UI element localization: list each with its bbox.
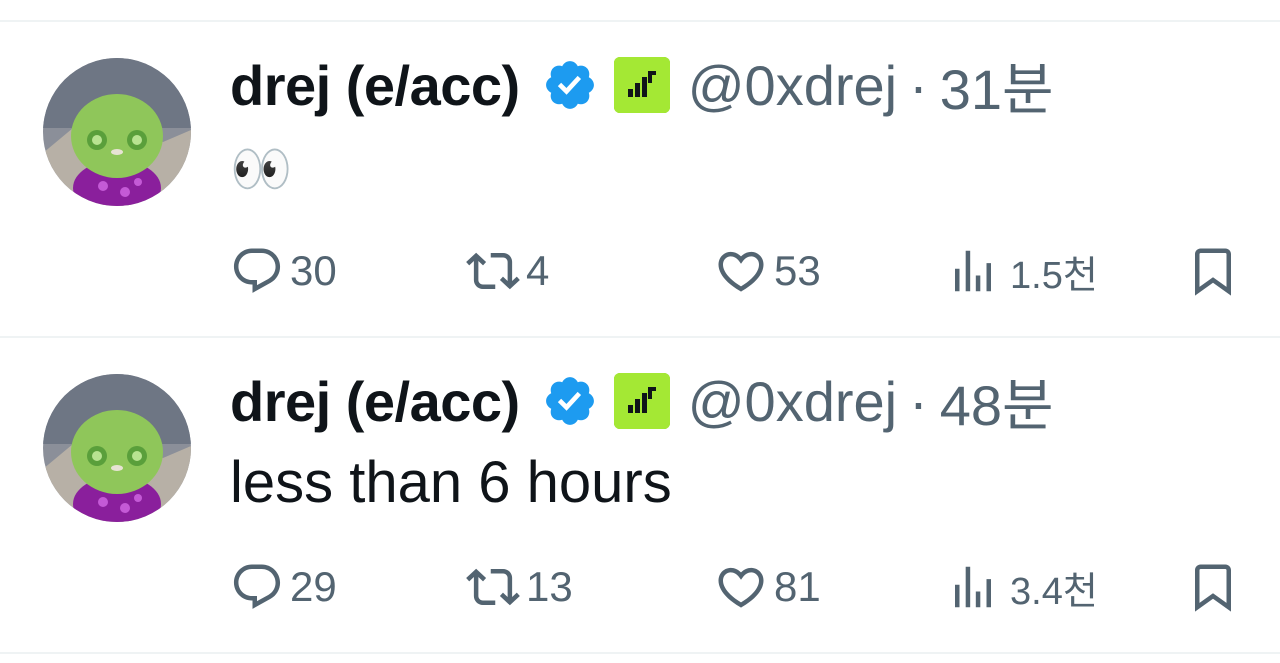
reply-icon [233,564,281,609]
action-bar: 30 4 53 1.5천 [230,236,1240,306]
retweet-count: 4 [526,247,550,294]
eyes-emoji: 👀 [230,140,292,198]
tweet-header: drej (e/acc) @0xdrej · 48분 [230,366,1054,437]
like-count: 53 [774,247,821,294]
bottom-divider [0,652,1280,654]
bookmark-icon [1195,564,1231,612]
like-count: 81 [774,563,821,610]
like-icon [718,567,764,608]
timestamp[interactable]: 31분 [940,45,1054,126]
display-name[interactable]: drej (e/acc) [230,53,520,118]
tweet[interactable]: drej (e/acc) @0xdrej · 48분 less than 6 h… [0,338,1280,652]
timestamp[interactable]: 48분 [940,361,1054,442]
separator-dot: · [909,369,928,433]
reply-count: 30 [290,247,337,294]
action-bar: 29 13 81 3.4천 [230,552,1240,622]
tweet[interactable]: drej (e/acc) @0xdrej · 31분 👀 30 4 53 1.5… [0,22,1280,336]
tweet-header: drej (e/acc) @0xdrej · 31분 [230,50,1054,121]
affiliate-badge-icon[interactable] [613,57,670,113]
views-count: 1.5천 [1010,254,1098,297]
reply-icon [233,248,281,293]
bookmark-icon [1195,248,1231,296]
handle[interactable]: @0xdrej [688,53,897,118]
retweet-icon [466,568,520,606]
avatar[interactable] [43,374,191,522]
retweet-icon [466,252,520,290]
retweet-button[interactable]: 13 [466,552,573,622]
like-button[interactable]: 81 [714,552,821,622]
separator-dot: · [909,53,928,117]
views-button[interactable]: 3.4천 [946,552,1098,622]
verified-badge-icon[interactable] [542,373,598,429]
views-icon [955,566,991,608]
tweet-text: less than 6 hours [230,450,672,515]
views-button[interactable]: 1.5천 [946,236,1098,306]
retweet-count: 13 [526,563,573,610]
display-name[interactable]: drej (e/acc) [230,369,520,434]
avatar[interactable] [43,58,191,206]
verified-badge-icon[interactable] [542,57,598,113]
views-icon [955,250,991,292]
affiliate-badge-icon[interactable] [613,373,670,429]
like-button[interactable]: 53 [714,236,821,306]
retweet-button[interactable]: 4 [466,236,549,306]
reply-button[interactable]: 30 [230,236,337,306]
tweet-text: 👀 [230,132,292,204]
handle[interactable]: @0xdrej [688,369,897,434]
bookmark-button[interactable] [1186,552,1240,622]
views-count: 3.4천 [1010,570,1098,613]
bookmark-button[interactable] [1186,236,1240,306]
like-icon [718,251,764,292]
reply-button[interactable]: 29 [230,552,337,622]
reply-count: 29 [290,563,337,610]
